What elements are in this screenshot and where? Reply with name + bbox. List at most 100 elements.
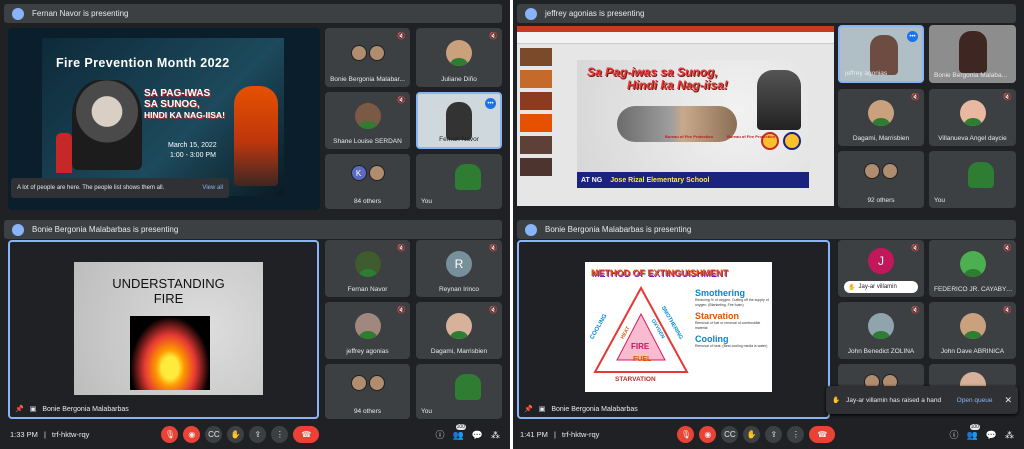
meeting-code: trf-hktw-rqy [51, 429, 90, 439]
presentation-stage[interactable]: METHOD OF EXTINGUISHMENT HEAT OXYGEN FIR… [517, 240, 830, 419]
speaking-icon: ••• [907, 31, 918, 42]
participant-name: John Dave ABRINICA [940, 348, 1005, 355]
presenting-text: Bonie Bergonia Malabarbas is presenting [32, 225, 179, 234]
activities-icon[interactable]: ⁂ [1005, 430, 1014, 441]
participant-tile[interactable]: 🔇 J ✋ Jay-ar villamin [838, 240, 924, 297]
participant-tile[interactable]: ••• Fernan Navor [416, 92, 502, 149]
slide: METHOD OF EXTINGUISHMENT HEAT OXYGEN FIR… [585, 262, 772, 392]
participant-tile[interactable]: 🔇 Fernan Navor [325, 240, 410, 297]
leave-call-button[interactable]: ☎ [809, 425, 836, 443]
chat-icon[interactable]: 💬 [986, 430, 997, 441]
participant-name: Jay-ar villamin [858, 284, 897, 290]
slogan-line: SA SUNOG, [144, 99, 200, 110]
participant-avatar [446, 312, 472, 339]
self-tile[interactable]: You [416, 154, 502, 209]
participant-tile[interactable]: 🔇 jeffrey agonias [325, 302, 410, 359]
participant-video [446, 102, 472, 140]
more-options-button[interactable]: ⋮ [787, 425, 805, 443]
activities-icon[interactable]: ⁂ [491, 430, 500, 441]
more-options-button[interactable]: ⋮ [271, 425, 289, 443]
thumbnail[interactable] [520, 48, 552, 66]
presentation-stage[interactable]: Fire Prevention Month 2022 SA PAG-IWAS S… [8, 28, 320, 210]
participant-tile[interactable]: 🔇 R Reynan Irinco [416, 240, 502, 297]
participant-tile[interactable]: 🔇 Dagami, Marrisbien [416, 302, 502, 359]
people-icon[interactable]: 👥 100 [967, 423, 980, 441]
participant-name: You [421, 408, 432, 415]
participant-tile[interactable]: 🔇 Juliane Diño [416, 28, 502, 87]
camera-toggle-button[interactable]: ◉ [699, 425, 717, 443]
chat-icon[interactable]: 💬 [472, 430, 483, 441]
captions-button[interactable]: CC [721, 425, 739, 443]
participant-name: Bonie Bergonia Malaba... [934, 72, 1007, 79]
close-icon[interactable]: ✕ [1004, 395, 1012, 406]
meet-window-bottom-right: Bonie Bergonia Malabarbas is presenting … [513, 216, 1024, 449]
mic-toggle-button[interactable]: 🎙 [677, 425, 695, 443]
participant-name: FEDERICO JR. CAYABYAB [934, 286, 1013, 293]
present-icon: ▣ [538, 406, 546, 413]
mic-off-icon: 🔇 [489, 33, 498, 40]
people-count: 100 [455, 423, 466, 430]
mic-off-icon: 🔇 [397, 245, 406, 252]
raised-hand-chip: ✋ Jay-ar villamin [844, 281, 918, 293]
present-button[interactable]: ⇪ [249, 425, 267, 443]
participant-tile[interactable]: 🔇 John Benedict ZOLINA [838, 302, 924, 359]
thumbnail[interactable] [520, 92, 552, 110]
avatar-letter: R [446, 250, 472, 277]
school-banner: AT NG Jose Rizal Elementary School [577, 172, 809, 188]
participant-tile[interactable]: 🔇 John Dave ABRINICA [929, 302, 1016, 359]
participant-avatar [868, 99, 894, 126]
info-icon[interactable]: ⓘ [436, 428, 445, 441]
title-line: UNDERSTANDING [112, 276, 225, 291]
slide-text: AT NG [581, 176, 603, 184]
presentation-stage[interactable]: UNDERSTANDING FIRE 📌 ▣ Bonie Bergonia Mala… [8, 240, 319, 419]
participant-tile[interactable] [929, 364, 1016, 387]
participant-avatar [959, 312, 986, 339]
participant-name: jeffrey agonias [845, 70, 888, 77]
participant-tile[interactable]: 🔇 Villanueva Angel daycie [929, 89, 1016, 146]
captions-button[interactable]: CC [205, 425, 223, 443]
pin-icon[interactable]: 📌 [524, 405, 533, 413]
camera-toggle-button[interactable]: ◉ [183, 425, 201, 443]
presenting-banner: jeffrey agonias is presenting [517, 4, 1016, 23]
meet-window-top-left: Fernan Navor is presenting Fire Preventi… [0, 0, 510, 216]
powerpoint-window[interactable]: Sa Pag-iwas sa Sunog, Hindi ka Nag-iisa!… [517, 26, 834, 206]
participant-tile-others[interactable] [838, 364, 924, 387]
participant-tile[interactable]: 🔇 Dagami, Marrisbien [838, 89, 924, 146]
thumbnail[interactable] [520, 158, 552, 176]
slide-slogan: SA PAG-IWAS SA SUNOG, HINDI KA NAG-IISA! [144, 88, 225, 121]
participant-tile[interactable]: 🔇 Bonie Bergonia Malabar... [325, 28, 410, 87]
control-bar: 1:41 PM | trf-hktw-rqy 🎙 ◉ CC ✋ ⇪ ⋮ ☎ ⓘ 👥 100 💬 ⁂ [513, 419, 1024, 449]
self-tile[interactable]: You [929, 151, 1016, 208]
info-icon[interactable]: ⓘ [950, 428, 959, 441]
participant-tile[interactable]: 🔇 FEDERICO JR. CAYABYAB [929, 240, 1016, 297]
view-all-link[interactable]: View all [202, 185, 223, 191]
pin-icon[interactable]: 📌 [15, 405, 24, 413]
people-toast: A lot of people are here. The people lis… [11, 178, 229, 198]
thumbnail[interactable] [520, 70, 552, 88]
participant-tile-others[interactable]: 92 others [838, 151, 924, 208]
open-queue-link[interactable]: Open queue [957, 397, 993, 404]
badge-text: Bureau of Fire Protection [665, 134, 714, 139]
raise-hand-button[interactable]: ✋ [743, 425, 761, 443]
people-icon[interactable]: 👥 100 [453, 423, 466, 441]
hydrant-image [56, 133, 72, 173]
participant-tile-others[interactable]: 94 others [325, 364, 410, 419]
participant-tile[interactable]: Bonie Bergonia Malaba... [929, 25, 1016, 83]
firefighter-right-image [234, 86, 278, 186]
leave-call-button[interactable]: ☎ [293, 425, 320, 443]
participant-tile[interactable]: ••• jeffrey agonias [838, 25, 924, 83]
slogan-line: SA PAG-IWAS [144, 88, 211, 99]
mic-off-icon: 🔇 [1003, 245, 1012, 252]
participant-tile-others[interactable]: K 84 others [325, 154, 410, 209]
mic-toggle-button[interactable]: 🎙 [161, 425, 179, 443]
raise-hand-button[interactable]: ✋ [227, 425, 245, 443]
thumbnail[interactable] [520, 136, 552, 154]
thumbnail[interactable] [520, 114, 552, 132]
presenter-name: Bonie Bergonia Malabarbas [551, 405, 638, 413]
present-icon: ▣ [29, 406, 37, 413]
participant-tile[interactable]: 🔇 Shane Louise SERDAN [325, 92, 410, 149]
meet-window-top-right: jeffrey agonias is presenting Sa Pag-iwa… [513, 0, 1024, 216]
participant-name: 84 others [353, 198, 382, 205]
self-tile[interactable]: You [416, 364, 502, 419]
present-button[interactable]: ⇪ [765, 425, 783, 443]
